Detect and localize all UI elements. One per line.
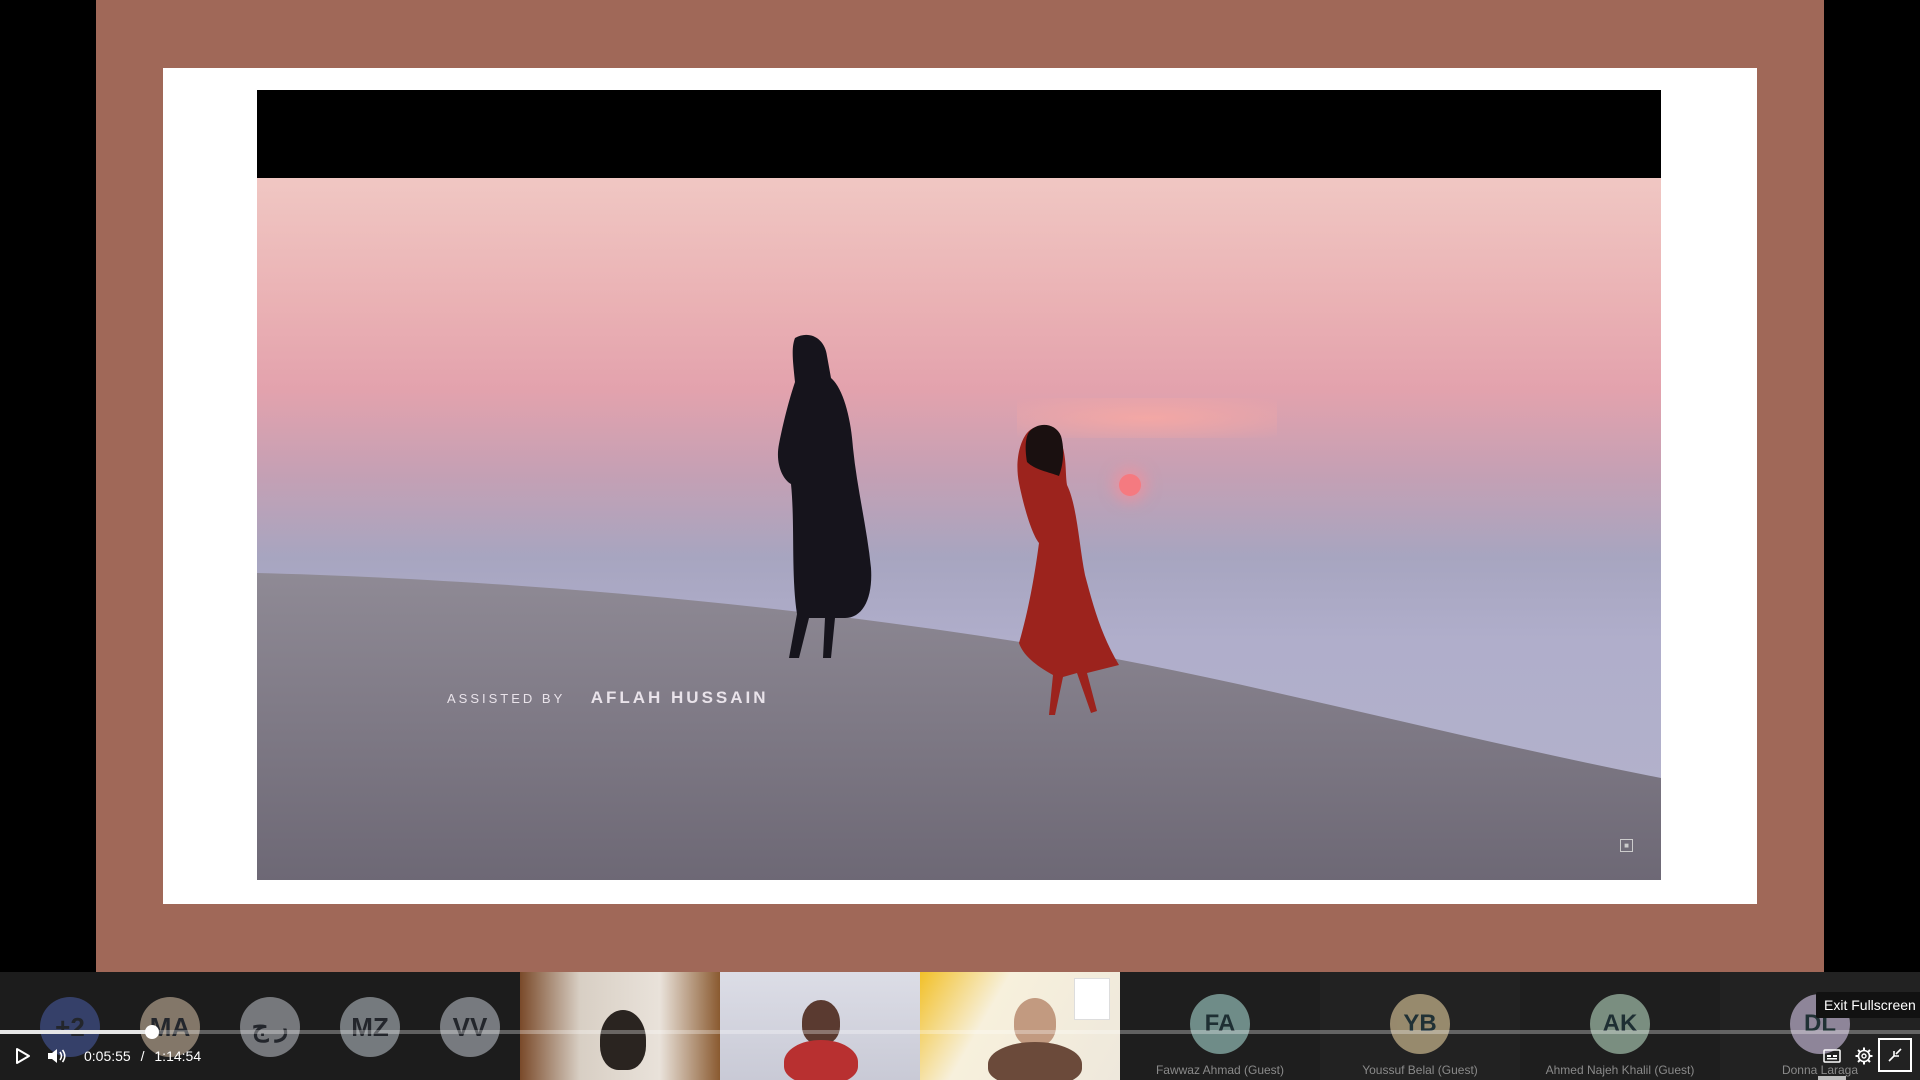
video-frame-scene: ASSISTED BY AFLAH HUSSAIN	[257, 178, 1661, 880]
exit-fullscreen-button[interactable]	[1878, 1038, 1912, 1072]
volume-icon	[48, 1049, 66, 1063]
time-separator: /	[140, 1048, 145, 1064]
volume-button[interactable]	[42, 1040, 72, 1072]
slide-background: ASSISTED BY AFLAH HUSSAIN ■	[163, 68, 1757, 904]
play-icon	[16, 1048, 30, 1064]
time-display: 0:05:55 / 1:14:54	[84, 1048, 201, 1064]
progress-fill	[0, 1030, 152, 1034]
captions-icon	[1823, 1049, 1841, 1063]
embedded-video[interactable]: ASSISTED BY AFLAH HUSSAIN ■	[257, 90, 1661, 880]
exit-fullscreen-tooltip: Exit Fullscreen	[1816, 992, 1920, 1018]
credit-name: AFLAH HUSSAIN	[590, 688, 769, 707]
video-fullscreen-icon[interactable]: ■	[1620, 839, 1633, 852]
exit-fullscreen-icon	[1888, 1048, 1902, 1062]
duration: 1:14:54	[154, 1048, 202, 1064]
studio-logo	[1074, 978, 1110, 1020]
credit-small: ASSISTED BY	[447, 691, 566, 706]
settings-button[interactable]	[1848, 1040, 1880, 1072]
shared-slide-frame: ASSISTED BY AFLAH HUSSAIN ■	[96, 0, 1824, 972]
progress-bar[interactable]	[0, 1025, 1920, 1039]
captions-button[interactable]	[1816, 1040, 1848, 1072]
strip-scrollbar[interactable]	[1818, 1076, 1846, 1080]
current-time: 0:05:55	[84, 1048, 131, 1064]
player-controls: 0:05:55 / 1:14:54	[0, 1036, 1920, 1076]
dune-silhouette	[257, 334, 1661, 880]
video-credit: ASSISTED BY AFLAH HUSSAIN	[447, 688, 769, 708]
gear-icon	[1855, 1047, 1873, 1065]
play-button[interactable]	[8, 1040, 38, 1072]
